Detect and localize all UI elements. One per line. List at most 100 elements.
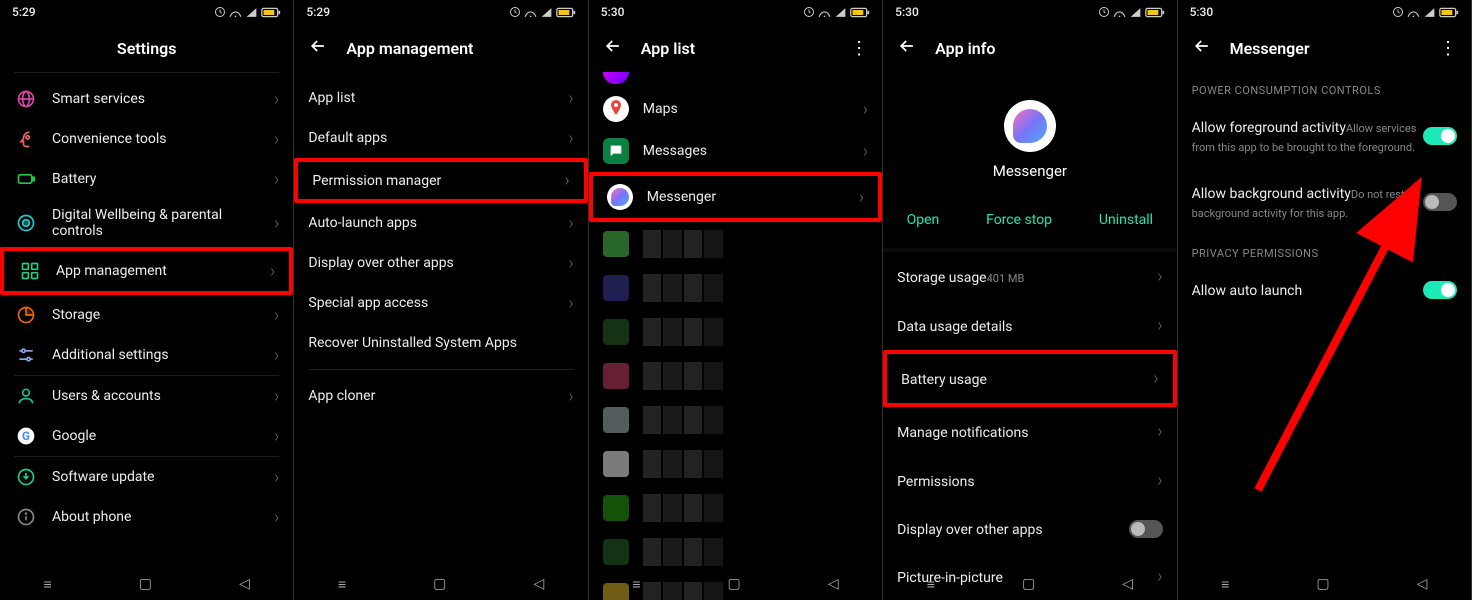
item-sub: 401 MB (987, 272, 1025, 285)
settings-item[interactable]: Battery› (0, 159, 293, 199)
item-label: Auto-launch apps (308, 215, 554, 231)
nav-home[interactable]: ▢ (1022, 576, 1035, 592)
app-icon (603, 275, 629, 301)
app-mgmt-item[interactable]: Permission manager› (294, 158, 587, 203)
chevron-right-icon: › (274, 507, 279, 528)
nav-back[interactable]: ◁ (828, 576, 839, 592)
nav-recents[interactable]: ≡ (44, 576, 52, 593)
app-icon (603, 363, 629, 389)
chevron-right-icon: › (568, 213, 573, 234)
settings-item[interactable]: App management› (0, 247, 293, 295)
item-label: Allow foreground activity (1192, 120, 1346, 136)
list-item[interactable] (589, 530, 882, 574)
open-button[interactable]: Open (907, 212, 940, 228)
nav-recents[interactable]: ≡ (927, 576, 935, 593)
messenger-icon (607, 184, 633, 210)
settings-item[interactable]: Convenience tools› (0, 119, 293, 159)
nav-home[interactable]: ▢ (1316, 576, 1329, 592)
app-detail-item[interactable]: Storage usage401 MB› (883, 252, 1176, 301)
item-label: Digital Wellbeing & parental controls (52, 207, 260, 239)
list-item[interactable] (589, 266, 882, 310)
item-icon (14, 465, 38, 489)
settings-item[interactable]: Users & accounts› (0, 376, 293, 416)
settings-item[interactable]: Additional settings› (0, 335, 293, 375)
app-detail-item[interactable]: Data usage details› (883, 301, 1176, 350)
app-mgmt-item[interactable]: Auto-launch apps › (294, 203, 587, 243)
nav-recents[interactable]: ≡ (1221, 576, 1229, 593)
toggle[interactable] (1129, 520, 1163, 538)
app-mgmt-item[interactable]: App cloner› (294, 376, 587, 416)
nav-recents[interactable]: ≡ (632, 576, 640, 593)
settings-item[interactable]: Software update › (0, 457, 293, 497)
back-icon[interactable] (1192, 36, 1212, 60)
power-item[interactable]: Allow foreground activityAllow services … (1178, 103, 1471, 169)
nav-home[interactable]: ▢ (433, 576, 446, 592)
power-item[interactable]: Allow auto launch (1178, 266, 1471, 313)
list-item[interactable] (589, 310, 882, 354)
uninstall-button[interactable]: Uninstall (1099, 212, 1153, 228)
app-name: Messenger (993, 162, 1067, 180)
list-item[interactable] (589, 72, 882, 88)
settings-item[interactable]: Storage› (0, 295, 293, 335)
toggle[interactable] (1423, 281, 1457, 299)
back-icon[interactable] (897, 36, 917, 60)
redacted-label (643, 406, 723, 434)
list-item[interactable] (589, 398, 882, 442)
settings-item[interactable]: Digital Wellbeing & parental controls› (0, 199, 293, 247)
item-label: Smart services (52, 91, 260, 107)
page-title: App management (346, 39, 473, 58)
page-title: Messenger (1230, 39, 1310, 58)
app-list-item[interactable]: Messages› (589, 130, 882, 172)
item-label: Manage notifications (897, 425, 1028, 441)
app-list-item[interactable]: Maps› (589, 88, 882, 130)
list-item[interactable] (589, 354, 882, 398)
nav-recents[interactable]: ≡ (338, 576, 346, 593)
status-bar: 5:30 (883, 0, 1176, 24)
clock: 5:30 (1190, 5, 1214, 19)
item-label: Storage usage (897, 270, 986, 286)
item-label: Software update (52, 469, 260, 485)
settings-item[interactable]: About phone› (0, 497, 293, 537)
app-mgmt-item[interactable]: Recover Uninstalled System Apps (294, 323, 587, 363)
toggle[interactable] (1423, 193, 1457, 211)
list-item[interactable] (589, 442, 882, 486)
app-detail-item[interactable]: Display over other apps (883, 505, 1176, 552)
screen-app-info: 5:30 App info Messenger Open Force stop … (883, 0, 1177, 600)
redacted-label (643, 362, 723, 390)
app-mgmt-item[interactable]: Special app access› (294, 283, 587, 323)
screen-messenger-power: 5:30 Messenger ⋮ POWER CONSUMPTION CONTR… (1178, 0, 1472, 600)
app-mgmt-item[interactable]: App list› (294, 78, 587, 118)
status-icons (1392, 6, 1459, 19)
section-header: PRIVACY PERMISSIONS (1178, 235, 1471, 266)
force-stop-button[interactable]: Force stop (986, 212, 1052, 228)
app-mgmt-item[interactable]: Default apps› (294, 118, 587, 158)
nav-back[interactable]: ◁ (533, 576, 544, 592)
more-icon[interactable]: ⋮ (1439, 38, 1457, 59)
back-icon[interactable] (308, 36, 328, 60)
app-detail-item[interactable]: Permissions› (883, 456, 1176, 505)
settings-item[interactable]: GGoogle› (0, 416, 293, 456)
back-icon[interactable] (603, 36, 623, 60)
app-detail-item[interactable]: Battery usage› (883, 350, 1176, 407)
toggle[interactable] (1423, 127, 1457, 145)
app-mgmt-list: App list›Default apps›Permission manager… (294, 72, 587, 422)
nav-back[interactable]: ◁ (1417, 576, 1428, 592)
app-mgmt-item[interactable]: Display over other apps› (294, 243, 587, 283)
nav-back[interactable]: ◁ (1122, 576, 1133, 592)
list-item[interactable] (589, 222, 882, 266)
nav-home[interactable]: ▢ (728, 576, 741, 592)
nav-home[interactable]: ▢ (139, 576, 152, 592)
chevron-right-icon: › (274, 467, 279, 488)
redacted-label (643, 230, 723, 258)
app-list-item[interactable]: Messenger› (589, 172, 882, 222)
nav-back[interactable]: ◁ (239, 576, 250, 592)
more-icon[interactable]: ⋮ (850, 38, 868, 59)
header: App list ⋮ (589, 24, 882, 72)
chevron-right-icon: › (1157, 421, 1162, 442)
item-icon (14, 127, 38, 151)
settings-item[interactable]: Smart services› (0, 79, 293, 119)
item-label: Special app access (308, 295, 554, 311)
list-item[interactable] (589, 486, 882, 530)
power-item[interactable]: Allow background activityDo not restrict… (1178, 169, 1471, 235)
app-detail-item[interactable]: Manage notifications › (883, 407, 1176, 456)
